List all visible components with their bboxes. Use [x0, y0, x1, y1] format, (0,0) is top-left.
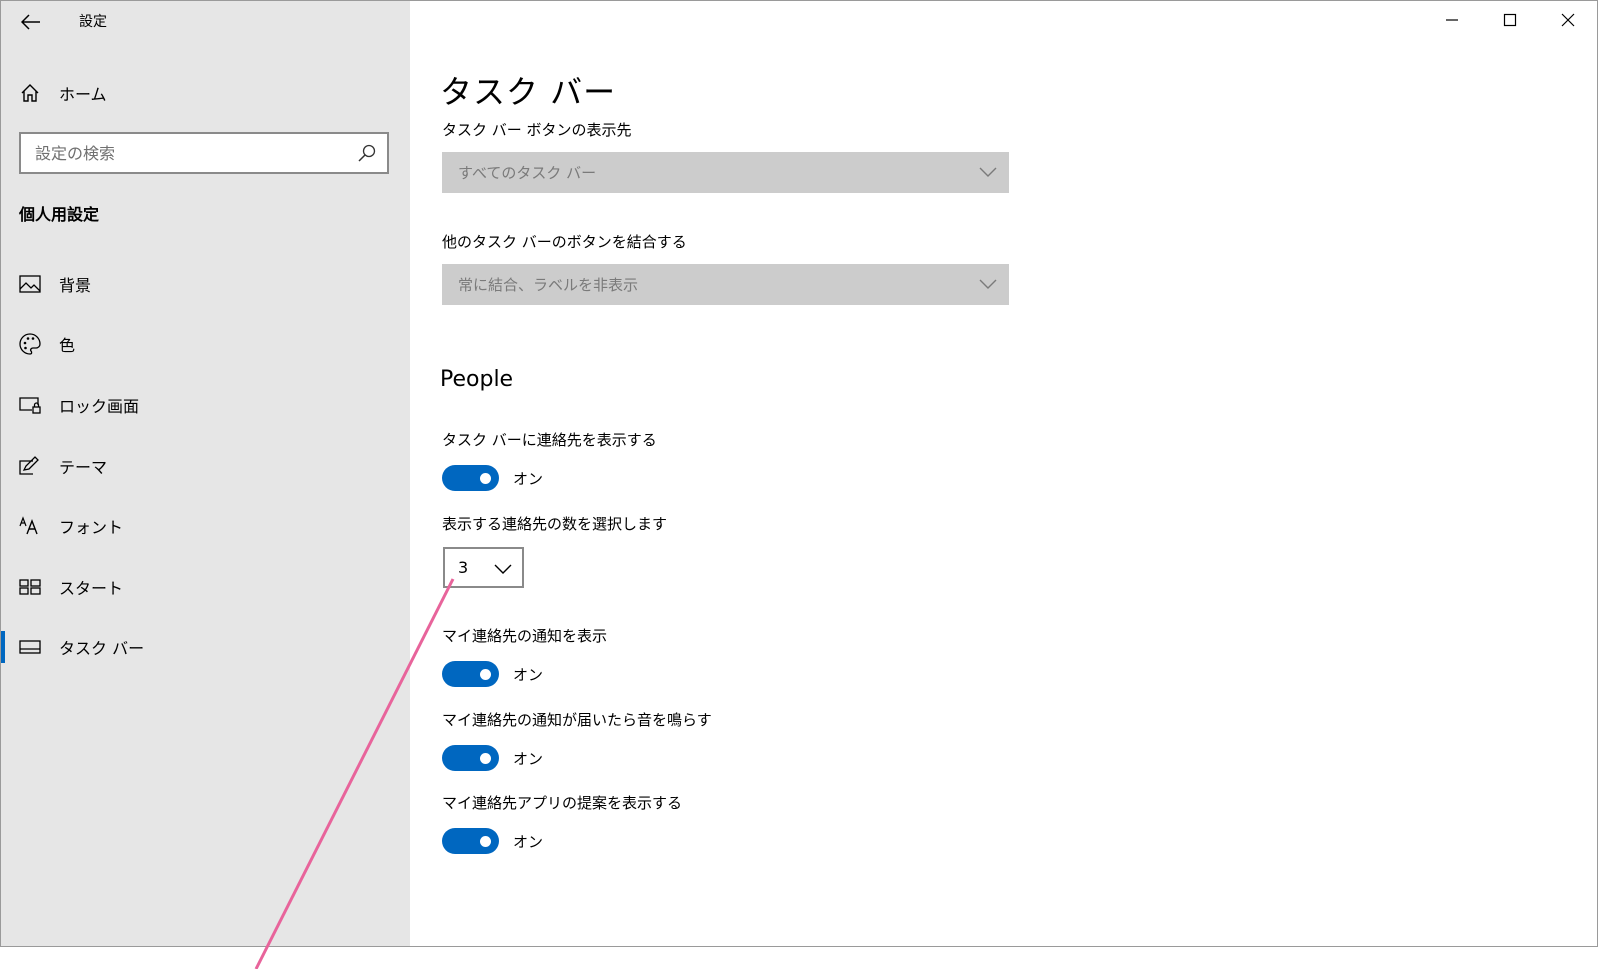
font-icon: [19, 515, 41, 537]
sidebar-item-background[interactable]: 背景: [1, 260, 410, 308]
settings-window: 設定 ホーム 個人用設定 背景 色: [0, 0, 1598, 947]
sidebar-item-label: フォント: [59, 518, 124, 537]
back-button[interactable]: [15, 7, 47, 37]
minimize-icon: [1446, 19, 1458, 21]
show-notifications-toggle[interactable]: オン: [442, 660, 543, 688]
sidebar-item-label: 背景: [59, 276, 92, 295]
theme-icon: [19, 455, 41, 477]
toggle-knob: [480, 836, 491, 847]
dropdown-value: 常に結合、ラベルを非表示: [458, 276, 639, 294]
play-sound-toggle[interactable]: オン: [442, 744, 543, 772]
sidebar-item-label: 色: [59, 336, 76, 355]
toggle-state-label: オン: [513, 749, 544, 768]
toggle-switch[interactable]: [442, 828, 499, 854]
sidebar-item-font[interactable]: フォント: [1, 502, 410, 550]
home-icon: [19, 82, 41, 104]
dropdown-value: すべてのタスク バー: [458, 164, 597, 182]
show-contacts-label: タスク バーに連絡先を表示する: [442, 431, 657, 449]
sidebar-item-label: ホーム: [59, 85, 107, 104]
sidebar-item-lock-screen[interactable]: ロック画面: [1, 381, 410, 429]
sidebar-item-taskbar[interactable]: タスク バー: [1, 623, 410, 671]
sidebar: 設定 ホーム 個人用設定 背景 色: [1, 1, 410, 946]
sidebar-item-label: スタート: [59, 579, 124, 598]
window-controls: [1423, 1, 1597, 39]
sidebar-item-color[interactable]: 色: [1, 320, 410, 368]
search-icon[interactable]: [357, 143, 377, 163]
sidebar-item-home[interactable]: ホーム: [1, 73, 410, 113]
taskbar-buttons-label: タスク バー ボタンの表示先: [442, 121, 632, 139]
sidebar-item-theme[interactable]: テーマ: [1, 442, 410, 490]
close-button[interactable]: [1539, 1, 1597, 39]
dropdown-value: 3: [458, 558, 469, 577]
palette-icon: [19, 333, 41, 355]
toggle-knob: [480, 473, 491, 484]
search-input[interactable]: [35, 143, 355, 163]
back-arrow-icon: [21, 14, 40, 30]
chevron-down-icon: [494, 564, 512, 574]
toggle-switch[interactable]: [442, 661, 499, 687]
show-notifications-label: マイ連絡先の通知を表示: [442, 627, 608, 645]
toggle-state-label: オン: [513, 665, 544, 684]
sidebar-item-label: ロック画面: [59, 397, 140, 416]
chevron-down-icon: [979, 279, 997, 289]
contact-count-label: 表示する連絡先の数を選択します: [442, 515, 668, 533]
play-sound-label: マイ連絡先の通知が届いたら音を鳴らす: [442, 711, 712, 729]
image-icon: [19, 273, 41, 295]
toggle-state-label: オン: [513, 469, 544, 488]
chevron-down-icon: [979, 167, 997, 177]
start-icon: [19, 576, 41, 598]
taskbar-icon: [19, 636, 41, 658]
search-box: [19, 132, 389, 174]
sidebar-item-label: タスク バー: [59, 639, 145, 658]
combine-buttons-dropdown: 常に結合、ラベルを非表示: [442, 264, 1009, 305]
content-pane: タスク バー タスク バー ボタンの表示先 すべてのタスク バー 他のタスク バ…: [410, 1, 1597, 946]
toggle-knob: [480, 669, 491, 680]
sidebar-item-start[interactable]: スタート: [1, 563, 410, 611]
close-icon: [1561, 13, 1575, 27]
suggest-apps-label: マイ連絡先アプリの提案を表示する: [442, 794, 683, 812]
people-heading: People: [440, 367, 514, 392]
taskbar-buttons-dropdown: すべてのタスク バー: [442, 152, 1009, 193]
combine-buttons-label: 他のタスク バーのボタンを結合する: [442, 233, 687, 251]
section-heading: 個人用設定: [19, 205, 100, 224]
toggle-knob: [480, 753, 491, 764]
maximize-button[interactable]: [1481, 1, 1539, 39]
maximize-icon: [1503, 13, 1517, 27]
toggle-state-label: オン: [513, 832, 544, 851]
lock-screen-icon: [19, 394, 41, 416]
toggle-switch[interactable]: [442, 465, 499, 491]
toggle-switch[interactable]: [442, 745, 499, 771]
sidebar-item-label: テーマ: [59, 458, 108, 477]
show-contacts-toggle[interactable]: オン: [442, 464, 543, 492]
minimize-button[interactable]: [1423, 1, 1481, 39]
contact-count-dropdown[interactable]: 3: [443, 547, 524, 588]
page-title: タスク バー: [440, 73, 617, 111]
app-title: 設定: [79, 14, 107, 30]
suggest-apps-toggle[interactable]: オン: [442, 827, 543, 855]
